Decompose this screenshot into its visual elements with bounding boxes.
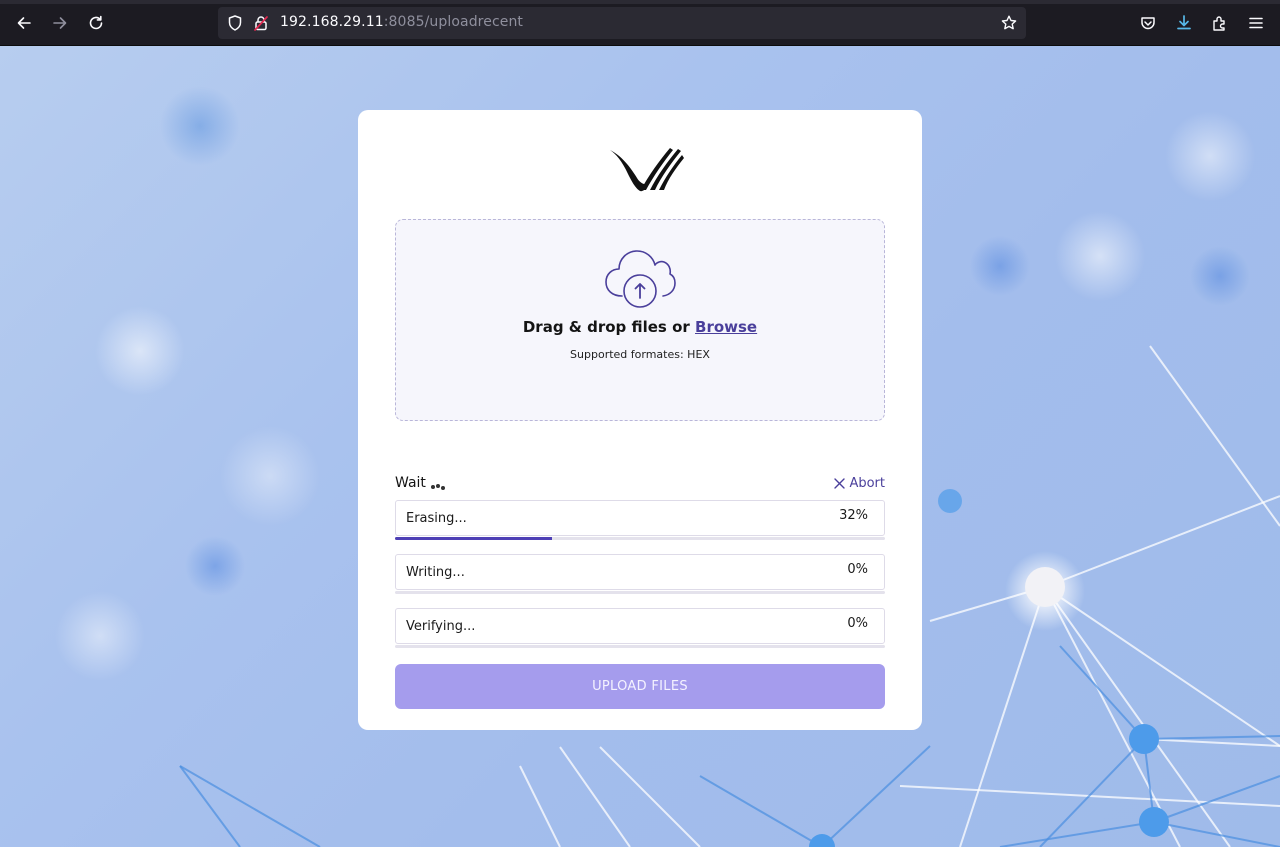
back-arrow-icon <box>17 17 31 29</box>
shield-icon[interactable] <box>226 14 244 32</box>
close-icon <box>834 478 846 489</box>
menu-icon <box>1249 17 1263 29</box>
step-percent: 0% <box>847 562 868 577</box>
progress-fill <box>395 537 552 540</box>
bookmark-star-icon[interactable] <box>1000 14 1018 32</box>
reload-icon <box>89 15 103 30</box>
file-dropzone[interactable]: Drag & drop files or Browse Supported fo… <box>395 219 885 421</box>
step-label: Verifying... <box>406 619 476 634</box>
abort-label: Abort <box>849 476 885 491</box>
step-box: Verifying... 0% <box>395 608 885 644</box>
extensions-button[interactable] <box>1206 9 1234 37</box>
step-label: Erasing... <box>406 511 467 526</box>
app-menu-button[interactable] <box>1242 9 1270 37</box>
url-text: 192.168.29.11:8085/uploadrecent <box>280 14 523 30</box>
download-icon <box>1177 15 1191 30</box>
url-path: :8085/uploadrecent <box>383 14 524 30</box>
browser-toolbar: 192.168.29.11:8085/uploadrecent <box>0 0 1280 46</box>
address-bar[interactable]: 192.168.29.11:8085/uploadrecent <box>218 7 1026 39</box>
insecure-lock-icon[interactable] <box>252 14 270 32</box>
forward-arrow-icon <box>53 17 67 29</box>
step-writing: Writing... 0% <box>395 554 885 595</box>
tab-strip-edge <box>0 0 1280 4</box>
loading-dots-icon <box>431 484 445 490</box>
url-host: 192.168.29.11 <box>280 14 384 30</box>
downloads-button[interactable] <box>1170 9 1198 37</box>
extensions-icon <box>1213 16 1225 31</box>
brand-logo <box>610 148 684 192</box>
step-label: Writing... <box>406 565 465 580</box>
step-box: Erasing... 32% <box>395 500 885 536</box>
cloud-upload-icon <box>605 250 676 308</box>
progress-track <box>395 645 885 648</box>
upload-status-row: Wait Abort <box>395 474 885 494</box>
forward-button[interactable] <box>46 9 74 37</box>
upload-card: Drag & drop files or Browse Supported fo… <box>358 110 922 730</box>
supported-formats-text: Supported formates: HEX <box>570 348 710 361</box>
pocket-icon <box>1141 17 1155 30</box>
progress-track <box>395 591 885 594</box>
dropzone-title-text: Drag & drop files or <box>522 318 696 336</box>
upload-files-button[interactable]: UPLOAD FILES <box>395 664 885 709</box>
browse-link[interactable]: Browse <box>695 318 757 336</box>
step-percent: 32% <box>839 508 868 523</box>
pocket-button[interactable] <box>1134 9 1162 37</box>
step-box: Writing... 0% <box>395 554 885 590</box>
back-button[interactable] <box>10 9 38 37</box>
step-erasing: Erasing... 32% <box>395 500 885 541</box>
dropzone-title: Drag & drop files or Browse <box>396 318 884 336</box>
reload-button[interactable] <box>82 9 110 37</box>
wait-label: Wait <box>395 475 426 491</box>
progress-track <box>395 537 885 540</box>
step-percent: 0% <box>847 616 868 631</box>
abort-button[interactable]: Abort <box>834 476 885 491</box>
step-verifying: Verifying... 0% <box>395 608 885 649</box>
